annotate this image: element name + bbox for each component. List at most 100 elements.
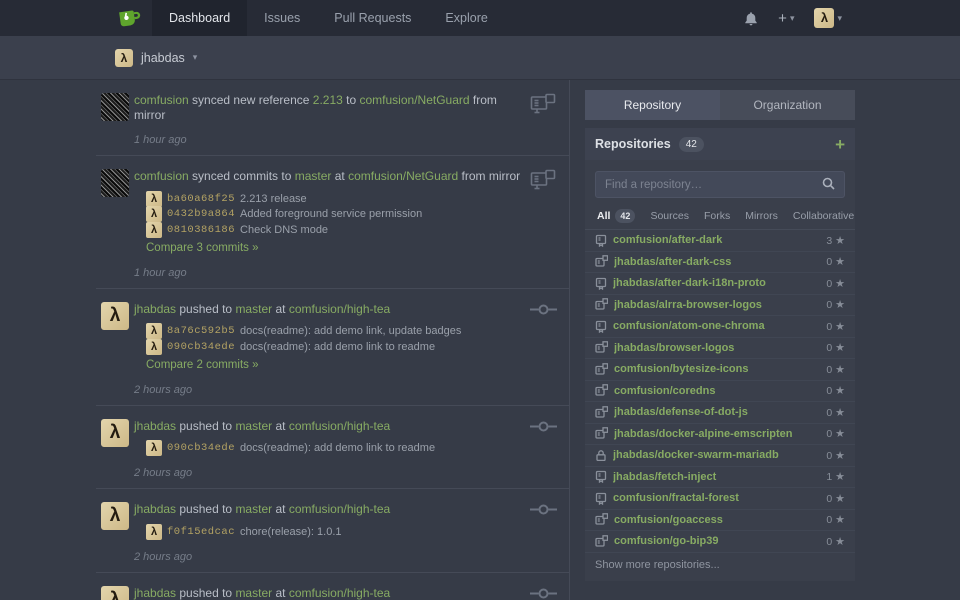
feed-link[interactable]: jhabdas (134, 419, 176, 433)
repo-name-link[interactable]: jhabdas/after-dark-css (614, 256, 820, 268)
repo-search-input[interactable] (595, 171, 845, 198)
filter-all[interactable]: All42 (597, 209, 635, 223)
filter-label: Sources (650, 210, 689, 222)
feed-text: to (343, 93, 360, 107)
repo-list-item[interactable]: jhabdas/docker-swarm-mariadb 0 ★ (585, 445, 855, 467)
repo-list-item[interactable]: comfusion/after-dark3 ★ (585, 230, 855, 252)
new-repository-button[interactable]: + (835, 136, 845, 153)
feed-link[interactable]: comfusion/NetGuard (360, 93, 470, 107)
repo-icon (595, 470, 607, 483)
nav-item-issues[interactable]: Issues (247, 0, 317, 36)
feed-link[interactable]: master (235, 419, 272, 433)
context-user-name[interactable]: jhabdas (141, 51, 185, 65)
committer-avatar: λ (146, 191, 162, 207)
repo-list-item[interactable]: jhabdas/after-dark-i18n-proto0 ★ (585, 273, 855, 295)
feed-text: from mirror (458, 169, 520, 183)
compare-commits-link[interactable]: Compare 3 commits » (146, 242, 258, 254)
compare-commits-link[interactable]: Compare 2 commits » (146, 359, 258, 371)
chevron-down-icon[interactable]: ▾ (193, 52, 198, 63)
repo-name-link[interactable]: comfusion/goaccess (614, 514, 820, 526)
star-icon: ★ (835, 278, 845, 290)
feed-text: pushed to (176, 419, 235, 433)
actor-avatar[interactable]: λ (101, 586, 129, 600)
repo-star-count: 0 ★ (826, 363, 845, 376)
actor-avatar[interactable] (101, 169, 129, 197)
user-menu-dropdown[interactable]: λ ▾ (814, 8, 842, 28)
repo-list-item[interactable]: comfusion/bytesize-icons 0 ★ (585, 359, 855, 381)
feed-link[interactable]: 2.213 (313, 93, 343, 107)
repo-name-link[interactable]: jhabdas/docker-swarm-mariadb (613, 449, 820, 461)
commit-sha[interactable]: 0432b9a864 (167, 208, 235, 220)
repo-list-item[interactable]: jhabdas/browser-logos0 ★ (585, 338, 855, 360)
feed-link[interactable]: jhabdas (134, 586, 176, 600)
nav-item-explore[interactable]: Explore (428, 0, 504, 36)
repo-name-link[interactable]: jhabdas/defense-of-dot-js (614, 406, 820, 418)
repo-name-link[interactable]: comfusion/coredns (614, 385, 820, 397)
repo-list-item[interactable]: comfusion/goaccess0 ★ (585, 510, 855, 532)
committer-avatar: λ (146, 440, 162, 456)
actor-avatar[interactable]: λ (101, 302, 129, 330)
create-new-dropdown[interactable]: + ▾ (778, 11, 794, 26)
tab-organization[interactable]: Organization (720, 90, 855, 120)
actor-avatar[interactable]: λ (101, 502, 129, 530)
feed-link[interactable]: master (235, 502, 272, 516)
feed-item: λjhabdas pushed to master at comfusion/h… (96, 289, 569, 406)
actor-avatar[interactable] (101, 93, 129, 121)
feed-link[interactable]: comfusion/high-tea (289, 502, 390, 516)
repositories-panel: Repositories 42 + All42SourcesForksMirro… (585, 128, 855, 581)
repo-list-item[interactable]: comfusion/go-bip390 ★ (585, 531, 855, 553)
feed-item: λjhabdas pushed to master at comfusion/h… (96, 573, 569, 600)
repo-name-link[interactable]: comfusion/go-bip39 (614, 535, 820, 547)
repo-list-item[interactable]: jhabdas/after-dark-css0 ★ (585, 252, 855, 274)
repo-list-item[interactable]: jhabdas/alrra-browser-logos0 ★ (585, 295, 855, 317)
feed-link[interactable]: master (295, 169, 332, 183)
feed-link[interactable]: comfusion/high-tea (289, 302, 390, 316)
navbar-right: + ▾ λ ▾ (744, 0, 842, 36)
feed-link[interactable]: comfusion/high-tea (289, 586, 390, 600)
commit-sha[interactable]: 0810386186 (167, 224, 235, 236)
filter-collaborative[interactable]: Collaborative (793, 210, 854, 222)
repo-name-link[interactable]: jhabdas/fetch-inject (613, 471, 820, 483)
filter-sources[interactable]: Sources (650, 210, 689, 222)
context-user-avatar[interactable]: λ (115, 49, 133, 67)
tab-repository[interactable]: Repository (585, 90, 720, 120)
repo-name-link[interactable]: jhabdas/after-dark-i18n-proto (613, 277, 820, 289)
repo-name-link[interactable]: comfusion/bytesize-icons (614, 363, 820, 375)
gitea-logo[interactable] (116, 6, 142, 30)
show-more-repositories-link[interactable]: Show more repositories... (585, 553, 855, 579)
repo-list-item[interactable]: jhabdas/fetch-inject1 ★ (585, 467, 855, 489)
commit-sha[interactable]: 090cb34ede (167, 341, 235, 353)
feed-link[interactable]: comfusion (134, 169, 189, 183)
commit-sha[interactable]: f0f15edcac (167, 526, 235, 538)
filter-forks[interactable]: Forks (704, 210, 730, 222)
notifications-bell-icon[interactable] (744, 11, 758, 26)
repo-star-count: 0 ★ (826, 449, 845, 462)
repo-list-item[interactable]: comfusion/fractal-forest0 ★ (585, 488, 855, 510)
search-icon[interactable] (822, 177, 835, 195)
commit-sha[interactable]: ba60a68f25 (167, 193, 235, 205)
repo-list-item[interactable]: jhabdas/docker-alpine-emscripten0 ★ (585, 424, 855, 446)
feed-link[interactable]: jhabdas (134, 502, 176, 516)
repo-name-link[interactable]: jhabdas/docker-alpine-emscripten (614, 428, 820, 440)
feed-link[interactable]: jhabdas (134, 302, 176, 316)
commit-sha[interactable]: 8a76c592b5 (167, 325, 235, 337)
feed-link[interactable]: comfusion (134, 93, 189, 107)
repo-name-link[interactable]: jhabdas/browser-logos (614, 342, 820, 354)
repo-list-item[interactable]: jhabdas/defense-of-dot-js0 ★ (585, 402, 855, 424)
repo-list-item[interactable]: comfusion/coredns0 ★ (585, 381, 855, 403)
feed-link[interactable]: comfusion/high-tea (289, 419, 390, 433)
feed-link[interactable]: master (235, 586, 272, 600)
feed-link[interactable]: master (235, 302, 272, 316)
commit-sha[interactable]: 090cb34ede (167, 442, 235, 454)
repo-name-link[interactable]: comfusion/after-dark (613, 234, 820, 246)
repo-list-item[interactable]: comfusion/atom-one-chroma0 ★ (585, 316, 855, 338)
actor-avatar[interactable]: λ (101, 419, 129, 447)
repo-name-link[interactable]: comfusion/fractal-forest (613, 492, 820, 504)
feed-link[interactable]: comfusion/NetGuard (348, 169, 458, 183)
filter-mirrors[interactable]: Mirrors (745, 210, 778, 222)
star-icon: ★ (835, 235, 845, 247)
repo-name-link[interactable]: jhabdas/alrra-browser-logos (614, 299, 820, 311)
nav-item-pull-requests[interactable]: Pull Requests (317, 0, 428, 36)
repo-name-link[interactable]: comfusion/atom-one-chroma (613, 320, 820, 332)
nav-item-dashboard[interactable]: Dashboard (152, 0, 247, 36)
